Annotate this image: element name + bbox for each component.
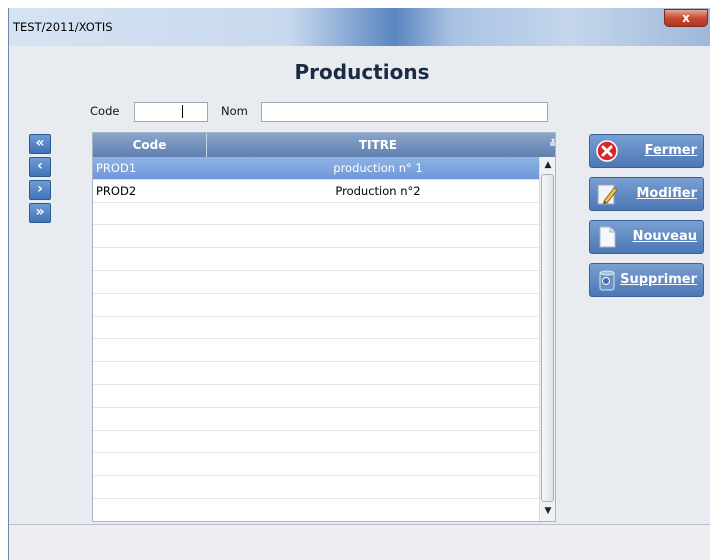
title-bar[interactable]: TEST/2011/XOTIS x bbox=[9, 8, 710, 46]
scroll-up-arrow-icon[interactable]: ▲ bbox=[540, 157, 555, 173]
new-document-icon bbox=[599, 226, 616, 248]
fermer-label: Fermer bbox=[644, 143, 697, 158]
table-row[interactable] bbox=[93, 476, 539, 499]
close-circle-icon bbox=[596, 140, 618, 162]
last-record-button[interactable]: » bbox=[29, 203, 51, 223]
nom-filter-input[interactable] bbox=[261, 102, 548, 122]
scroll-down-arrow-icon[interactable]: ▼ bbox=[540, 503, 555, 519]
table-row[interactable] bbox=[93, 203, 539, 226]
cell-code: PROD2 bbox=[96, 183, 137, 198]
form-body: Productions Code Nom « ‹ › » Code TITRE … bbox=[9, 46, 710, 560]
fermer-button[interactable]: Fermer bbox=[589, 134, 704, 168]
code-filter-input[interactable] bbox=[134, 102, 208, 122]
modifier-label: Modifier bbox=[636, 186, 698, 201]
table-row[interactable] bbox=[93, 453, 539, 477]
table-row[interactable] bbox=[93, 499, 539, 521]
table-row[interactable] bbox=[93, 225, 539, 249]
edit-pencil-icon bbox=[597, 184, 618, 205]
productions-table[interactable]: Code TITRE ≚ PROD1 production n° 1 PROD2… bbox=[92, 132, 556, 522]
cell-code: PROD1 bbox=[96, 161, 137, 175]
next-record-button[interactable]: › bbox=[29, 180, 51, 200]
table-row[interactable]: PROD1 production n° 1 bbox=[93, 157, 539, 180]
table-row[interactable] bbox=[93, 385, 539, 408]
nouveau-button[interactable]: Nouveau bbox=[589, 220, 704, 254]
column-header-code[interactable]: Code bbox=[93, 133, 207, 157]
nom-label: Nom bbox=[221, 104, 248, 118]
table-row[interactable] bbox=[93, 362, 539, 385]
table-row[interactable] bbox=[93, 317, 539, 340]
first-record-button[interactable]: « bbox=[29, 134, 51, 154]
table-row[interactable]: PROD2 Production n°2 bbox=[93, 180, 539, 203]
cell-titre: Production n°2 bbox=[335, 183, 421, 198]
table-row[interactable] bbox=[93, 248, 539, 271]
vertical-scrollbar[interactable]: ▲ ▼ bbox=[539, 157, 555, 521]
supprimer-button[interactable]: Supprimer bbox=[589, 263, 704, 297]
table-row[interactable] bbox=[93, 294, 539, 317]
table-row[interactable] bbox=[93, 271, 539, 294]
page-title: Productions bbox=[294, 60, 430, 84]
table-row[interactable] bbox=[93, 431, 539, 454]
status-bar bbox=[9, 524, 710, 560]
cell-titre: production n° 1 bbox=[333, 161, 423, 175]
nouveau-label: Nouveau bbox=[632, 229, 697, 244]
table-row[interactable] bbox=[93, 408, 539, 431]
text-caret bbox=[182, 105, 183, 118]
code-label: Code bbox=[90, 104, 120, 118]
scroll-thumb[interactable] bbox=[541, 174, 554, 502]
window-title: TEST/2011/XOTIS bbox=[13, 20, 113, 34]
previous-record-button[interactable]: ‹ bbox=[29, 157, 51, 177]
column-header-titre[interactable]: TITRE bbox=[207, 133, 549, 157]
table-row[interactable] bbox=[93, 339, 539, 363]
modifier-button[interactable]: Modifier bbox=[589, 177, 704, 211]
column-selector-icon[interactable]: ≚ bbox=[549, 133, 555, 157]
supprimer-label: Supprimer bbox=[620, 272, 697, 287]
trash-bin-icon bbox=[599, 270, 615, 291]
application-window: TEST/2011/XOTIS x Productions Code Nom «… bbox=[8, 8, 710, 560]
window-close-button[interactable]: x bbox=[664, 9, 708, 27]
table-body: PROD1 production n° 1 PROD2 Production n… bbox=[93, 157, 539, 521]
